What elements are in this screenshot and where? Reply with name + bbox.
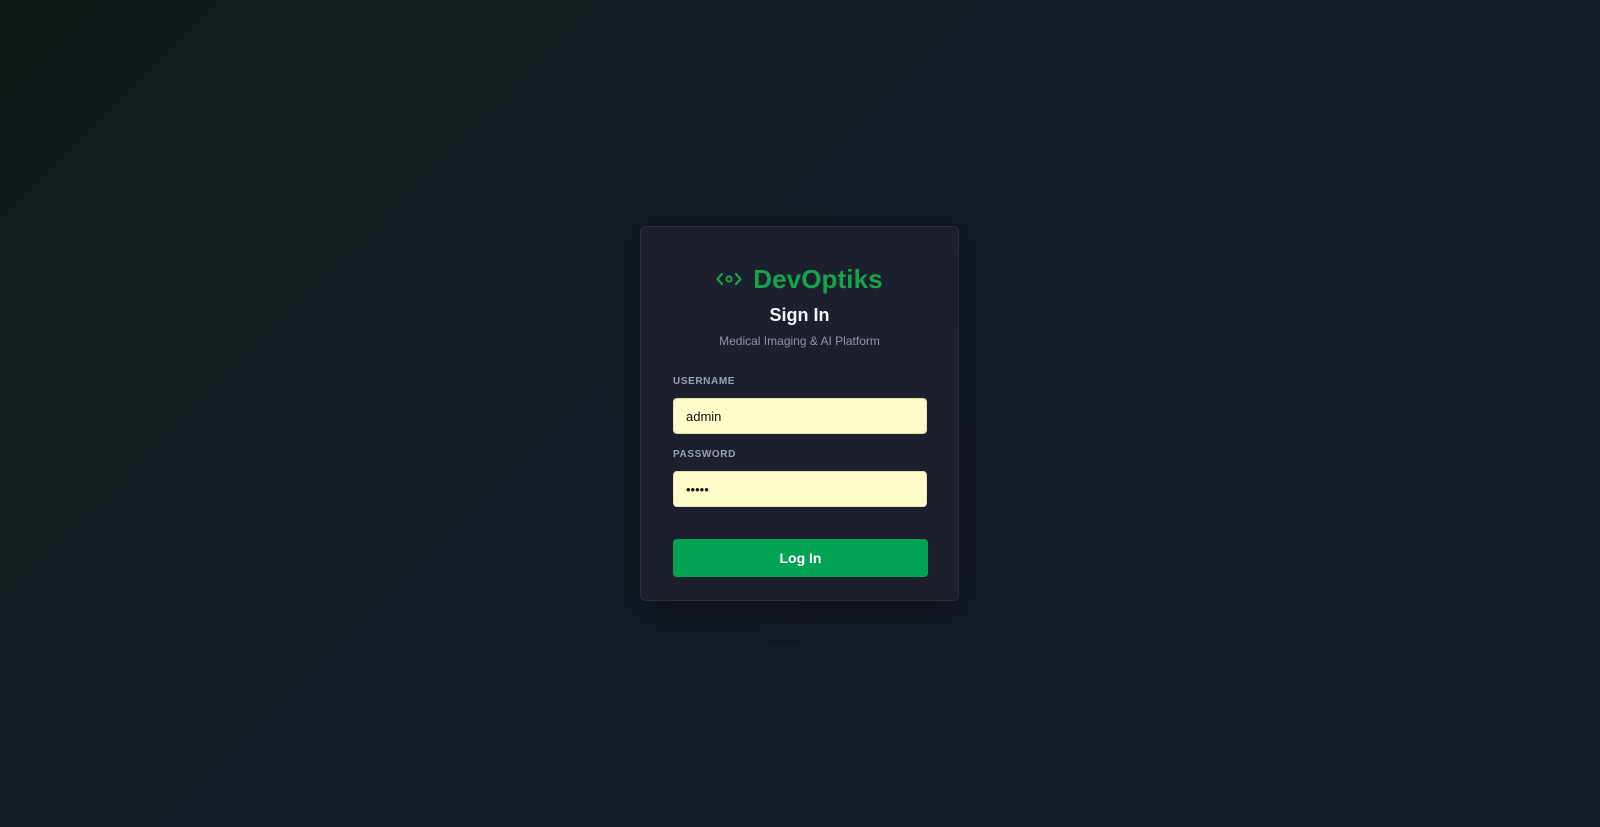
code-eye-icon xyxy=(716,270,742,288)
page-subtitle: Medical Imaging & AI Platform xyxy=(719,334,880,348)
login-button[interactable]: Log In xyxy=(673,539,928,577)
login-card: DevOptiks Sign In Medical Imaging & AI P… xyxy=(640,226,959,601)
username-input[interactable] xyxy=(673,398,927,434)
username-label: USERNAME xyxy=(673,376,736,387)
password-label: PASSWORD xyxy=(673,449,736,460)
page-title: Sign In xyxy=(769,305,830,325)
brand-name: DevOptiks xyxy=(753,263,883,294)
password-input[interactable] xyxy=(673,471,927,507)
brand-header: DevOptiks xyxy=(673,263,926,295)
